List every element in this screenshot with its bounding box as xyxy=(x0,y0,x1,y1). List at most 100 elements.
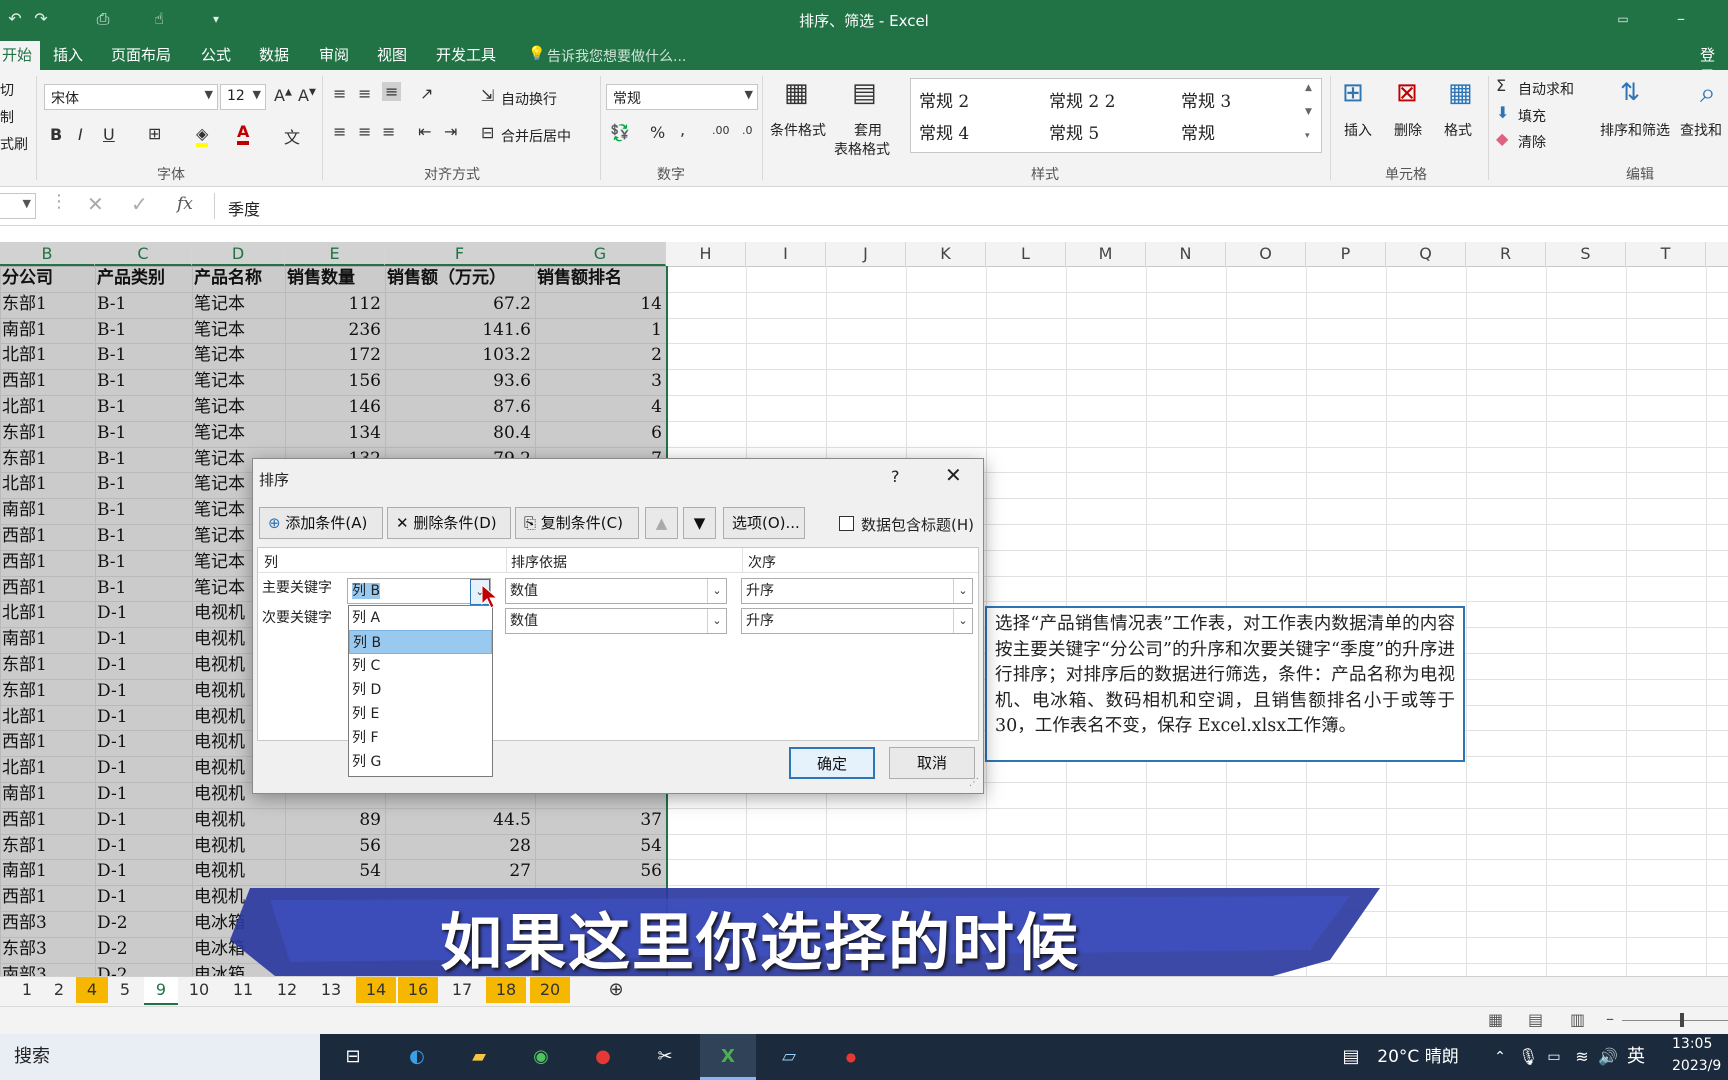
table-header-cell[interactable]: 销售额排名 xyxy=(537,266,662,291)
gallery-up-icon[interactable]: ▲ xyxy=(1305,83,1312,93)
table-cell[interactable]: B-1 xyxy=(97,447,188,472)
table-cell[interactable]: 笔记本 xyxy=(194,369,281,394)
dropdown-option-a[interactable]: 列 A xyxy=(349,606,492,630)
tab-formulas[interactable]: 公式 xyxy=(201,44,231,65)
primary-sort-on-combo[interactable]: 数值 ⌄ xyxy=(505,578,727,604)
table-cell[interactable]: D-2 xyxy=(97,937,188,962)
sort-filter-icon[interactable]: ⇅ xyxy=(1620,78,1640,106)
table-cell[interactable]: 电视机 xyxy=(194,834,281,859)
style-normal-4[interactable]: 常规 4 xyxy=(919,119,969,144)
style-normal-2[interactable]: 常规 2 xyxy=(919,87,969,112)
tell-me-search[interactable]: 告诉我您想要做什么... xyxy=(547,46,686,66)
dropdown-option-g[interactable]: 列 G xyxy=(349,750,492,774)
align-middle-icon[interactable]: ≡ xyxy=(358,84,371,103)
chevron-down-icon[interactable]: ⌄ xyxy=(707,609,726,633)
decrease-font-icon[interactable]: A▼ xyxy=(298,86,316,105)
table-header-cell[interactable]: 产品名称 xyxy=(194,266,281,291)
tab-data[interactable]: 数据 xyxy=(259,44,289,65)
font-name-combo[interactable]: 宋体 ▼ xyxy=(44,84,218,110)
dropdown-option-d[interactable]: 列 D xyxy=(349,678,492,702)
sheet-tab-17[interactable]: 17 xyxy=(442,977,482,1003)
col-header-o[interactable]: O xyxy=(1226,242,1306,266)
fill-icon[interactable]: ⬇ xyxy=(1496,103,1509,122)
table-cell[interactable]: D-1 xyxy=(97,705,188,730)
table-cell[interactable]: 南部1 xyxy=(2,627,91,652)
table-cell[interactable]: D-1 xyxy=(97,885,188,910)
table-cell[interactable]: 2 xyxy=(537,343,662,368)
table-cell[interactable]: 北部1 xyxy=(2,601,91,626)
table-cell[interactable]: 笔记本 xyxy=(194,343,281,368)
table-cell[interactable]: D-1 xyxy=(97,859,188,884)
tab-page-layout[interactable]: 页面布局 xyxy=(111,44,171,65)
align-top-icon[interactable]: ≡ xyxy=(333,84,346,103)
autosum-button[interactable]: 自动求和 xyxy=(1518,79,1574,99)
table-cell[interactable]: 东部1 xyxy=(2,653,91,678)
add-sheet-icon[interactable]: ⊕ xyxy=(604,977,628,1003)
name-box[interactable]: ▼ xyxy=(0,193,36,219)
insert-function-icon[interactable]: fx xyxy=(177,194,193,214)
table-cell[interactable]: 172 xyxy=(287,343,381,368)
wrap-text-icon[interactable]: ⇲ xyxy=(481,86,494,105)
formula-input[interactable]: 季度 xyxy=(228,196,260,220)
dropdown-option-f[interactable]: 列 F xyxy=(349,726,492,750)
col-header-c[interactable]: C xyxy=(95,242,192,266)
sheet-tab-9[interactable]: 9 xyxy=(144,977,178,1005)
table-cell[interactable]: 西部1 xyxy=(2,524,91,549)
col-header-l[interactable]: L xyxy=(986,242,1066,266)
volume-icon[interactable]: 🔊 xyxy=(1596,1034,1620,1080)
border-icon[interactable]: ⊞ xyxy=(148,124,161,143)
table-cell[interactable]: 103.2 xyxy=(387,343,531,368)
sort-filter-button[interactable]: 排序和筛选 xyxy=(1600,120,1670,140)
sheet-tab-10[interactable]: 10 xyxy=(182,977,216,1003)
options-button[interactable]: 选项(O)... xyxy=(723,507,805,539)
table-cell[interactable]: B-1 xyxy=(97,292,188,317)
table-cell[interactable]: 146 xyxy=(287,395,381,420)
table-cell[interactable]: 56 xyxy=(287,834,381,859)
table-cell[interactable]: D-1 xyxy=(97,653,188,678)
edge-icon[interactable]: ◐ xyxy=(400,1034,434,1080)
style-normal[interactable]: 常规 xyxy=(1181,119,1215,144)
delete-cells-icon[interactable]: ⊠ xyxy=(1396,78,1418,108)
style-normal-2-2[interactable]: 常规 2 2 xyxy=(1049,87,1115,112)
table-format-label-2[interactable]: 表格格式 xyxy=(834,139,890,159)
table-cell[interactable]: 4 xyxy=(537,395,662,420)
insert-cells-button[interactable]: 插入 xyxy=(1344,120,1372,140)
record-dot-icon[interactable]: ● xyxy=(834,1034,868,1080)
fill-button[interactable]: 填充 xyxy=(1518,106,1546,126)
table-cell[interactable]: 东部3 xyxy=(2,937,91,962)
table-cell[interactable]: 东部1 xyxy=(2,421,91,446)
input-lang-indicator[interactable]: 英 xyxy=(1624,1034,1648,1080)
format-painter-button[interactable]: 式刷 xyxy=(0,134,28,154)
sheet-tab-4[interactable]: 4 xyxy=(76,977,108,1003)
table-cell[interactable]: 西部1 xyxy=(2,730,91,755)
secondary-order-combo[interactable]: 升序 ⌄ xyxy=(741,608,973,634)
gallery-more-icon[interactable]: ▾ xyxy=(1305,131,1310,141)
table-cell[interactable]: 西部1 xyxy=(2,885,91,910)
tab-view[interactable]: 视图 xyxy=(377,44,407,65)
conditional-format-icon[interactable]: ▦ xyxy=(784,78,809,108)
table-cell[interactable]: 14 xyxy=(537,292,662,317)
col-header-f[interactable]: F xyxy=(385,242,535,266)
cancel-entry-icon[interactable]: ✕ xyxy=(87,192,104,216)
align-left-icon[interactable]: ≡ xyxy=(333,122,346,141)
dropdown-option-b[interactable]: 列 B xyxy=(349,630,492,654)
table-cell[interactable]: 南部1 xyxy=(2,318,91,343)
table-cell[interactable]: 东部1 xyxy=(2,834,91,859)
table-header-cell[interactable]: 销售数量 xyxy=(287,266,381,291)
task-view-icon[interactable]: ⊟ xyxy=(338,1034,368,1080)
weather-text[interactable]: 20°C 晴朗 xyxy=(1368,1034,1468,1080)
col-header-p[interactable]: P xyxy=(1306,242,1386,266)
table-cell[interactable]: 28 xyxy=(387,834,531,859)
table-cell[interactable]: 54 xyxy=(537,834,662,859)
decrease-decimal-icon[interactable]: .0 xyxy=(742,124,753,137)
table-cell[interactable]: 西部1 xyxy=(2,808,91,833)
autosum-icon[interactable]: Σ xyxy=(1496,76,1506,95)
table-cell[interactable]: 南部3 xyxy=(2,963,91,976)
cancel-button[interactable]: 取消 xyxy=(889,747,975,779)
sheet-tab-1[interactable]: 1 xyxy=(12,977,42,1003)
increase-decimal-icon[interactable]: .00 xyxy=(712,124,730,137)
conditional-format-button[interactable]: 条件格式 xyxy=(770,120,826,140)
table-cell[interactable]: 87.6 xyxy=(387,395,531,420)
table-cell[interactable]: 笔记本 xyxy=(194,292,281,317)
table-cell[interactable]: 南部1 xyxy=(2,782,91,807)
